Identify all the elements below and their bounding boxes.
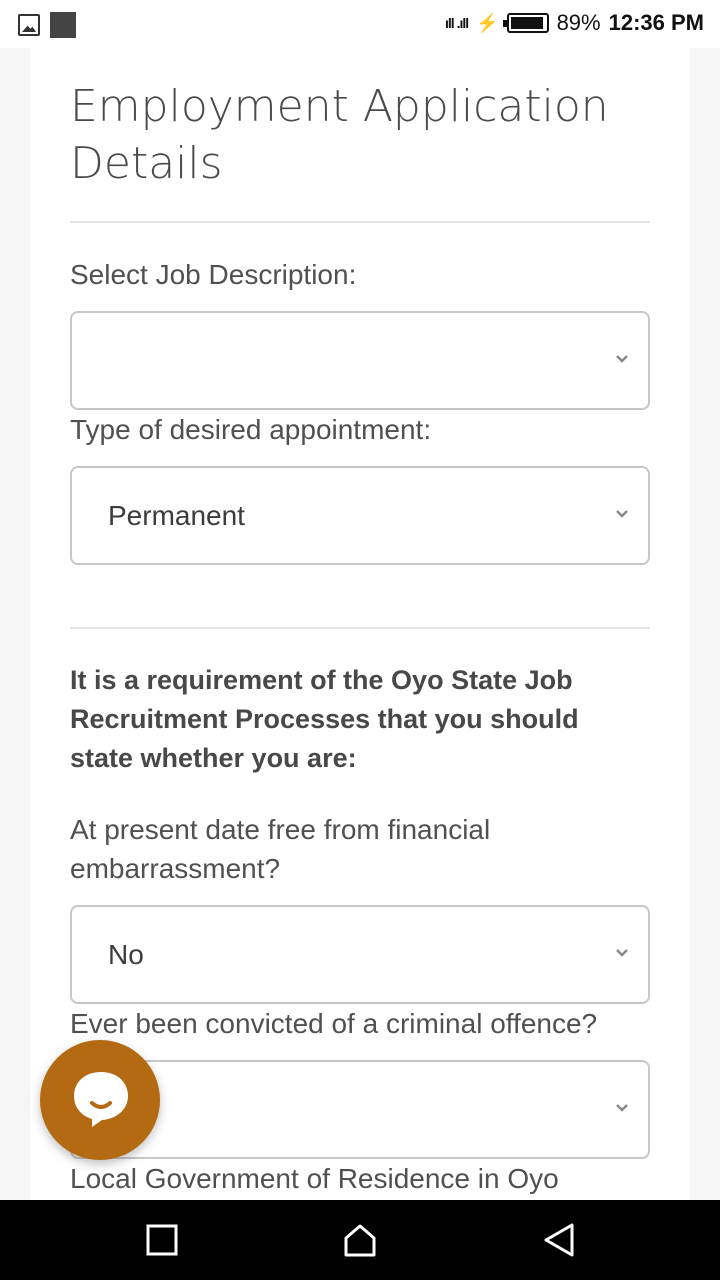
- chevron-down-icon: [616, 1104, 628, 1112]
- chevron-down-icon: [616, 355, 628, 363]
- local-government-label: Local Government of Residence in Oyo: [70, 1163, 559, 1194]
- financial-label-line2: embarrassment?: [70, 853, 281, 884]
- page-title: Employment Application Details: [70, 78, 650, 192]
- battery-percent: 89%: [556, 10, 601, 35]
- chevron-down-icon: [616, 510, 628, 518]
- square-icon[interactable]: [144, 1222, 180, 1258]
- appointment-type-value: Permanent: [108, 500, 245, 531]
- form-card: Employment Application Details Select Jo…: [30, 48, 690, 1200]
- job-description-select[interactable]: [70, 311, 650, 410]
- chat-button[interactable]: [40, 1040, 160, 1160]
- home-icon[interactable]: [342, 1222, 378, 1258]
- signal-icon: ıll .ıll: [445, 15, 469, 31]
- page-title-line1: Employment Application: [70, 81, 609, 132]
- appointment-type-select[interactable]: Permanent: [70, 466, 650, 565]
- battery-icon: [502, 13, 549, 33]
- back-triangle-icon[interactable]: [542, 1222, 578, 1258]
- status-bar: ıll .ıll ⚡ 89% 12:36 PM: [0, 0, 720, 48]
- clock: 12:36 PM: [608, 10, 704, 35]
- requirement-note-line1: It is a requirement of the Oyo State Job: [70, 665, 573, 695]
- requirement-note-line2: Recruitment Processes that you should: [70, 704, 579, 734]
- divider: [70, 221, 650, 223]
- chat-bubble-icon: [74, 1072, 128, 1127]
- image-notification-icon: [18, 14, 40, 36]
- divider: [70, 627, 650, 629]
- app-notification-icon: [50, 12, 76, 38]
- page-title-line2: Details: [70, 138, 223, 189]
- requirement-note-line3: state whether you are:: [70, 743, 357, 773]
- charging-icon: ⚡: [476, 12, 499, 33]
- financial-select[interactable]: No: [70, 905, 650, 1004]
- financial-label: At present date free from financial emba…: [70, 810, 650, 888]
- navigation-bar: [0, 1200, 720, 1280]
- job-description-label: Select Job Description:: [70, 259, 357, 290]
- notification-icons: [18, 12, 76, 38]
- requirement-note: It is a requirement of the Oyo State Job…: [70, 661, 650, 778]
- financial-value: No: [108, 939, 144, 970]
- appointment-type-label: Type of desired appointment:: [70, 414, 432, 445]
- financial-label-line1: At present date free from financial: [70, 814, 491, 845]
- criminal-label: Ever been convicted of a criminal offenc…: [70, 1008, 598, 1039]
- status-indicators: ıll .ıll ⚡ 89% 12:36 PM: [445, 10, 704, 36]
- chevron-down-icon: [616, 949, 628, 957]
